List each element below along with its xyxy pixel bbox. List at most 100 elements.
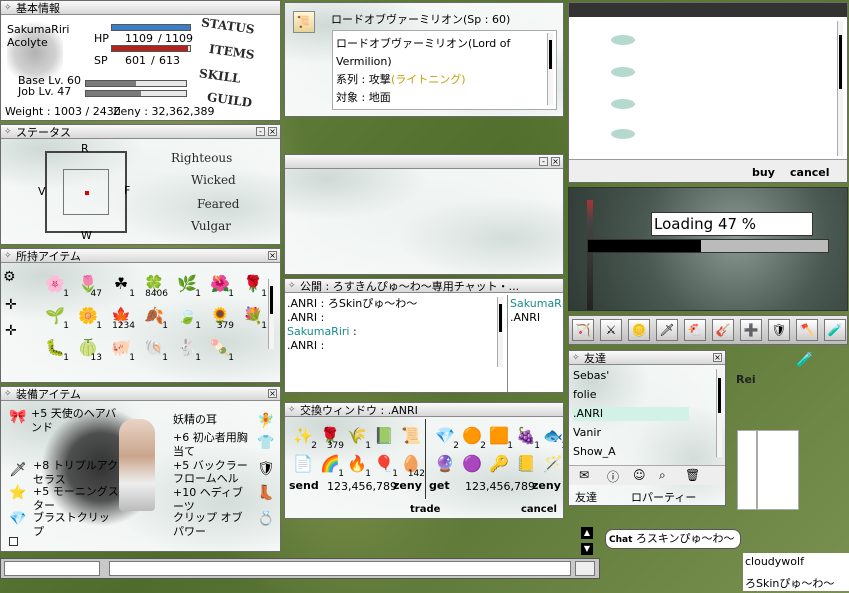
hotkey-slot[interactable]: 🛡 <box>768 319 790 341</box>
shop-scrollbar[interactable] <box>837 21 843 156</box>
trade-slot[interactable]: 🍇 1 <box>512 421 540 452</box>
chat-scroll-down-button[interactable]: ▼ <box>581 543 593 555</box>
chatroom-bubble[interactable]: Chat ろスキンぴゅ～わ～ <box>605 529 741 549</box>
inventory-slot[interactable]: 🌷 47 <box>74 269 102 300</box>
trade-slot[interactable]: 💎 2 <box>431 421 459 452</box>
friends-titlebar[interactable]: ✧ 友達 × <box>569 351 725 365</box>
trade-slot[interactable]: ✨ 2 <box>289 421 317 452</box>
inventory-slot[interactable]: 🍡 1 <box>206 333 234 364</box>
trade-slot[interactable]: 📜 <box>397 421 425 449</box>
buy-button[interactable]: buy <box>752 166 775 179</box>
trade-slot[interactable]: 📗 <box>370 421 398 449</box>
inventory-titlebar[interactable]: ✧ 所持アイテム × <box>1 249 280 263</box>
hotkey-slot[interactable]: 🗡 <box>656 319 678 341</box>
inventory-slot[interactable]: 🐇 1 <box>173 333 201 364</box>
inventory-slot[interactable]: 🍃 1 <box>173 301 201 332</box>
close-button[interactable]: × <box>268 389 277 398</box>
inventory-slot[interactable]: 🌻 379 <box>206 301 234 332</box>
shop-slot-1[interactable] <box>611 35 635 45</box>
etc-tab-icon[interactable]: ✛ <box>5 323 17 339</box>
info-icon[interactable]: ⓘ <box>607 468 619 485</box>
trade-slot[interactable]: 🐟1 <box>539 421 563 452</box>
inventory-slot[interactable]: ☘ 1 <box>107 269 135 300</box>
friends-tab[interactable]: 友達 <box>575 489 597 505</box>
equip-acc-right[interactable]: クリップ オブ パワー <box>173 511 255 539</box>
hotkey-slot[interactable]: 🪙 <box>628 319 650 341</box>
trade-slot[interactable]: 🔮 <box>431 449 459 477</box>
trade-slot[interactable]: 🎈 1 <box>370 449 398 480</box>
inventory-scrollbar[interactable] <box>268 279 274 349</box>
trade-slot[interactable]: 🥚 142 <box>397 449 425 480</box>
send-zeny-amount[interactable]: 123,456,789 <box>327 480 397 493</box>
equip-checkbox[interactable] <box>9 537 18 546</box>
chat-message-input[interactable] <box>109 561 571 576</box>
status-titlebar[interactable]: ✧ ステータス - × <box>1 125 280 139</box>
hotkey-slot[interactable]: 🏹 <box>572 319 594 341</box>
inventory-slot[interactable]: 🐚 1 <box>140 333 168 364</box>
equip-shield[interactable]: +5 バックラー <box>173 459 248 473</box>
equip-shoes[interactable]: +10 ヘディブーツ <box>173 486 253 514</box>
trash-icon[interactable]: 🗑 <box>685 468 700 482</box>
friend-list-item[interactable]: .ANRI <box>573 407 689 421</box>
equip-armor[interactable]: +6 初心者用胸当て <box>173 431 253 459</box>
equip-garment[interactable]: フロームヘル <box>173 472 239 486</box>
skill-desc-scrollbar[interactable] <box>547 33 553 105</box>
close-button[interactable]: × <box>713 353 722 362</box>
close-button[interactable]: × <box>551 157 560 166</box>
inventory-slot[interactable]: 💐 1 <box>239 301 267 332</box>
trade-titlebar[interactable]: ✧ 交換ウィンドウ : .ANRI <box>285 403 563 417</box>
whisper-target-input[interactable] <box>4 561 100 576</box>
whisper-icon[interactable]: ✉ <box>579 468 589 482</box>
trade-button[interactable]: trade <box>410 504 440 515</box>
friend-list-item[interactable]: Sebas' <box>573 369 689 383</box>
close-button[interactable]: × <box>268 251 277 260</box>
trade-slot[interactable]: 🌾 1 <box>343 421 371 452</box>
equipment-titlebar[interactable]: ✧ 装備アイテム × <box>1 387 280 401</box>
trade-slot[interactable]: 🌈 1 <box>316 449 344 480</box>
chat-member-1[interactable]: SakumaRiri <box>510 297 563 311</box>
chat-scroll-up-button[interactable]: ▲ <box>581 527 593 539</box>
hotkey-slot[interactable]: 🎸 <box>712 319 734 341</box>
trade-slot[interactable]: 🟠 2 <box>458 421 486 452</box>
blank-window-titlebar[interactable]: - × <box>285 155 563 169</box>
status-shortcut-button[interactable]: STATUS <box>200 15 255 36</box>
shop-slot-3[interactable] <box>611 99 635 109</box>
close-button[interactable]: × <box>268 127 277 136</box>
inventory-slot[interactable]: 🌼 1 <box>74 301 102 332</box>
basic-info-titlebar[interactable]: ✧ 基本情報 <box>1 1 280 15</box>
items-shortcut-button[interactable]: ITEMS <box>208 42 255 62</box>
inventory-slot[interactable]: 🌹 1 <box>239 269 267 300</box>
trade-slot[interactable]: 📒 <box>512 449 540 477</box>
equip-mid-left[interactable]: +5 モーニングスター <box>33 485 123 513</box>
hotkey-slot[interactable]: 🧪 <box>824 319 846 341</box>
inventory-slot[interactable]: 🍂 1 <box>140 301 168 332</box>
equip-head-left[interactable]: +5 天使のヘアバンド <box>31 407 121 435</box>
equip-weapon[interactable]: +8 トリプルアクセラス <box>33 459 123 487</box>
hotkey-slot[interactable]: ➕ <box>740 319 762 341</box>
trade-slot[interactable]: 🟣 <box>458 449 486 477</box>
chat-member-2[interactable]: .ANRI <box>510 311 540 325</box>
inventory-slot[interactable]: 🍀 8406 <box>140 269 168 300</box>
item-tab-icon[interactable]: ⚙ <box>3 269 16 285</box>
hotkey-slot[interactable]: 🪓 <box>796 319 818 341</box>
shop-cancel-button[interactable]: cancel <box>790 166 830 179</box>
equip-tab-icon[interactable]: ✛ <box>5 297 17 313</box>
inventory-slot[interactable]: 🐛 1 <box>41 333 69 364</box>
search-icon[interactable]: ⌕ <box>659 468 666 483</box>
trade-slot[interactable]: 🌹 379 <box>316 421 344 452</box>
equip-acc-left[interactable]: ブラストクリップ <box>33 511 113 539</box>
chat-scrollbar[interactable] <box>497 297 503 367</box>
trade-slot[interactable]: 📄 <box>289 449 317 477</box>
shop-slot-4[interactable] <box>611 129 635 139</box>
party-icon[interactable]: ☺ <box>633 468 646 482</box>
inventory-slot[interactable]: 🌸 1 <box>41 269 69 300</box>
hotkey-slot[interactable]: ⚔ <box>600 319 622 341</box>
inventory-slot[interactable]: 🐖 1 <box>107 333 135 364</box>
inventory-slot[interactable]: 🍈 13 <box>74 333 102 364</box>
inventory-slot[interactable]: 🍁 1234 <box>107 301 135 332</box>
trade-slot[interactable]: 🔑 <box>485 449 513 477</box>
trade-slot[interactable]: 🔥 1 <box>343 449 371 480</box>
shop-slot-2[interactable] <box>611 67 635 77</box>
trade-cancel-button[interactable]: cancel <box>521 504 557 515</box>
friend-list-item[interactable]: Vanir <box>573 426 689 440</box>
